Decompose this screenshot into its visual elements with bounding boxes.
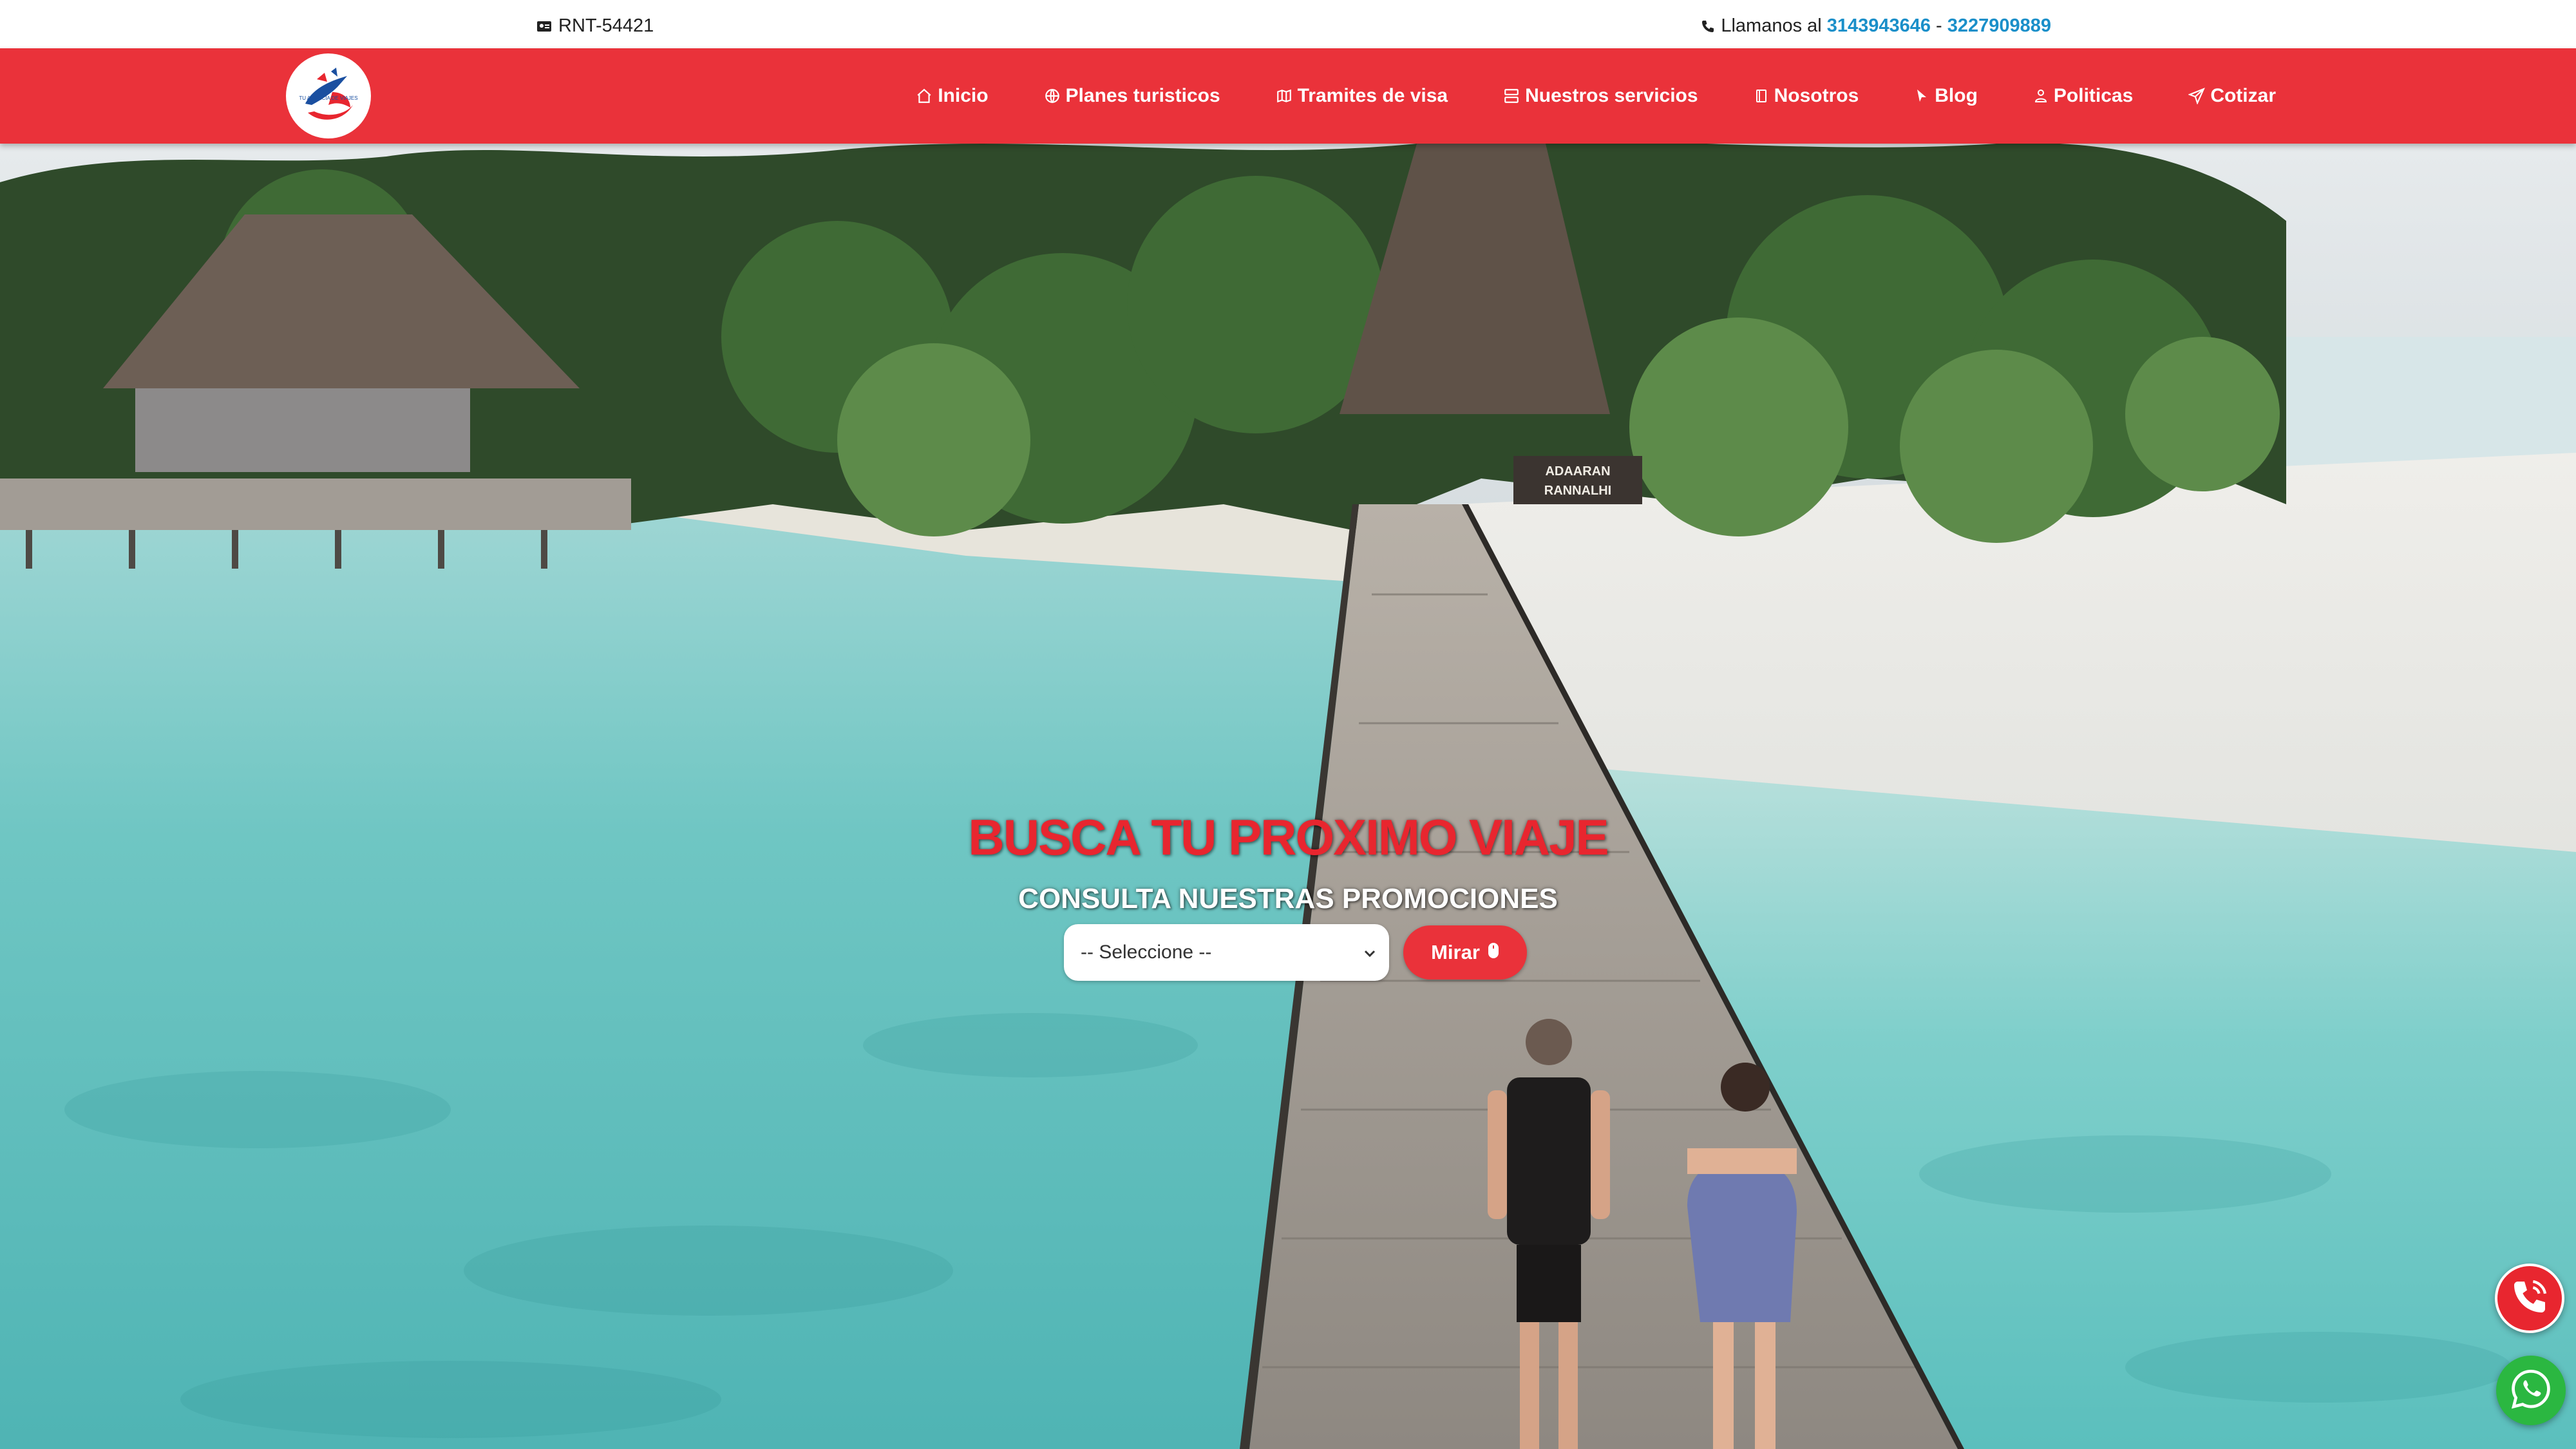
nav-menu: Inicio Planes turisticos Tramites de vis… [916, 48, 2276, 144]
nav-item-blog[interactable]: Blog [1914, 85, 1978, 107]
nav-label-nosotros: Nosotros [1774, 85, 1859, 106]
hero-section: ADAARAN RANNALHI BUSCA TU PROXIMO VIAJE … [0, 144, 2576, 1449]
resort-sign-line2: RANNALHI [1544, 484, 1611, 498]
phone-link-2[interactable]: 3227909889 [1947, 15, 2051, 37]
cursor-icon [1914, 88, 1929, 104]
mirar-button-label: Mirar [1431, 941, 1480, 963]
phone-link-1[interactable]: 3143943646 [1827, 15, 1931, 37]
agency-logo[interactable]: TU AGENCIA DE VIAJES [286, 53, 371, 138]
nav-label-inicio: Inicio [938, 85, 989, 106]
rnt-number: RNT-54421 [558, 15, 654, 36]
book-icon [1754, 88, 1769, 104]
hero-title: BUSCA TU PROXIMO VIAJE [968, 809, 1609, 866]
map-icon [1276, 88, 1293, 104]
globe-icon [1044, 88, 1061, 104]
phone-icon [1700, 19, 1716, 34]
home-icon [916, 88, 933, 104]
server-icon [1503, 88, 1520, 104]
main-navbar: TU AGENCIA DE VIAJES Inicio Planes turis… [0, 48, 2576, 144]
whatsapp-icon [2508, 1367, 2553, 1415]
phone-separator: - [1936, 15, 1942, 36]
hero-background-image: ADAARAN RANNALHI [0, 144, 2576, 1449]
mirar-button[interactable]: Mirar [1403, 925, 1527, 980]
nav-item-nosotros[interactable]: Nosotros [1754, 85, 1859, 107]
nav-label-politicas: Politicas [2053, 85, 2134, 106]
promo-search: -- Seleccione -- Mirar [1064, 924, 1527, 981]
phone-call-icon [2509, 1276, 2550, 1321]
top-info-bar: RNT-54421 Llamanos al 3143943646 - 32279… [0, 0, 2576, 48]
mouse-icon [1488, 941, 1499, 964]
nav-label-blog: Blog [1935, 85, 1978, 106]
nav-item-tramites-visa[interactable]: Tramites de visa [1276, 85, 1448, 107]
id-card-icon [536, 20, 552, 33]
promo-select[interactable]: -- Seleccione -- [1064, 924, 1389, 981]
hero-subtitle: CONSULTA NUESTRAS PROMOCIONES [1018, 883, 1558, 914]
call-label: Llamanos al [1721, 15, 1822, 36]
nav-label-cotizar: Cotizar [2210, 85, 2276, 106]
nav-label-tramites: Tramites de visa [1297, 85, 1448, 106]
floating-call-button[interactable] [2495, 1264, 2564, 1333]
floating-whatsapp-button[interactable] [2496, 1356, 2566, 1425]
nav-item-nuestros-servicios[interactable]: Nuestros servicios [1503, 85, 1698, 107]
promo-select-value: -- Seleccione -- [1081, 942, 1212, 963]
phone-info: Llamanos al 3143943646 - 3227909889 [1700, 15, 2051, 37]
nav-label-servicios: Nuestros servicios [1525, 85, 1698, 106]
send-icon [2188, 88, 2206, 104]
resort-sign-line1: ADAARAN [1545, 464, 1610, 478]
nav-item-politicas[interactable]: Politicas [2033, 85, 2133, 107]
nav-label-planes: Planes turisticos [1065, 85, 1220, 106]
user-icon [2033, 88, 2049, 104]
nav-item-inicio[interactable]: Inicio [916, 85, 989, 107]
nav-item-cotizar[interactable]: Cotizar [2188, 85, 2276, 107]
rnt-info: RNT-54421 [536, 15, 654, 37]
chevron-down-icon [1363, 942, 1376, 963]
logo-wordmark: TU AGENCIA DE VIAJES [299, 95, 357, 101]
nav-item-planes-turisticos[interactable]: Planes turisticos [1044, 85, 1220, 107]
